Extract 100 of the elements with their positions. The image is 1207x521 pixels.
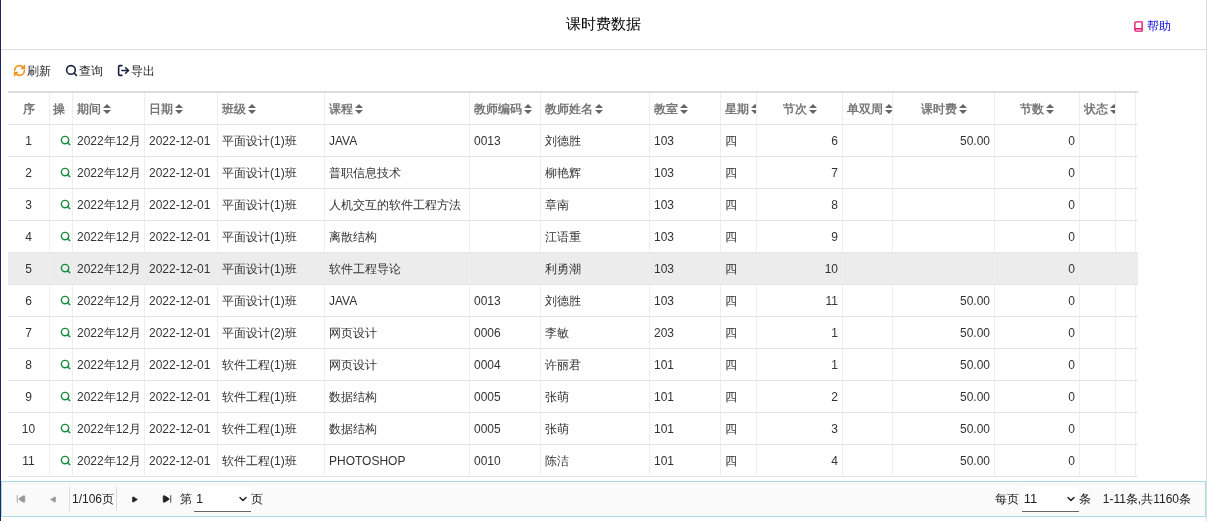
table-cell-text: 0 xyxy=(1068,292,1075,310)
sort-icon[interactable] xyxy=(355,103,363,114)
header-label: 班级 xyxy=(222,100,246,118)
table-cell-text: 刘德胜 xyxy=(545,132,581,150)
table-cell-text: 张萌 xyxy=(545,420,569,438)
table-row[interactable]: 9 2022年12月 2022-12-01 软件工程(1)班 数据结构 0005 张萌 101 四 2 50.00 0 xyxy=(8,381,1138,413)
sort-icon[interactable] xyxy=(103,103,111,114)
column-header[interactable]: 星期 xyxy=(721,93,757,124)
column-header[interactable]: 班级 xyxy=(218,93,325,124)
table-cell-text: 7 xyxy=(831,164,838,182)
table-cell-text: 2022年12月 xyxy=(77,452,142,470)
table-cell-text: 0 xyxy=(1068,420,1075,438)
sort-icon[interactable] xyxy=(595,103,603,114)
table-cell-text: 50.00 xyxy=(959,420,990,438)
table-row[interactable]: 10 2022年12月 2022-12-01 软件工程(1)班 数据结构 0005 张萌 101 四 3 50.00 0 xyxy=(8,413,1138,445)
table-row[interactable]: 2 2022年12月 2022-12-01 平面设计(1)班 普职信息技术 柳艳辉 103 四 7 0 xyxy=(8,157,1138,189)
table-cell-text: 四 xyxy=(725,420,737,438)
sort-icon[interactable] xyxy=(808,103,817,114)
header-label: 教师编码 xyxy=(474,100,522,118)
table-row[interactable]: 4 2022年12月 2022-12-01 平面设计(1)班 离散结构 江语重 103 四 9 0 xyxy=(8,221,1138,253)
column-header[interactable]: 状态 xyxy=(1080,93,1116,124)
last-page-icon[interactable] xyxy=(162,494,173,504)
column-header[interactable]: 教室 xyxy=(650,93,721,124)
table-cell-text: 2022-12-01 xyxy=(149,324,211,342)
column-header[interactable]: 节数 xyxy=(995,93,1080,124)
view-icon[interactable] xyxy=(60,231,71,242)
table-cell-text: 0 xyxy=(1068,324,1075,342)
column-header[interactable]: 课时费 xyxy=(893,93,995,124)
column-header[interactable]: 节次 xyxy=(757,93,843,124)
table-cell-text: 软件工程导论 xyxy=(329,260,401,278)
table-row[interactable]: 3 2022年12月 2022-12-01 平面设计(1)班 人机交互的软件工程方法 章南 103 四 8 0 xyxy=(8,189,1138,221)
help-link[interactable]: 帮助 xyxy=(1133,17,1171,35)
table-cell-text: 2022-12-01 xyxy=(149,164,211,182)
view-icon[interactable] xyxy=(60,199,71,210)
prev-page-icon[interactable] xyxy=(50,495,57,503)
view-icon[interactable] xyxy=(60,455,71,466)
table-row[interactable]: 1 2022年12月 2022-12-01 平面设计(1)班 JAVA 0013 刘德胜 103 四 6 50.00 0 xyxy=(8,125,1138,157)
table-row[interactable]: 8 2022年12月 2022-12-01 软件工程(1)班 网页设计 0004 许丽君 101 四 1 50.00 0 xyxy=(8,349,1138,381)
sort-icon[interactable] xyxy=(175,103,183,114)
table-row[interactable]: 7 2022年12月 2022-12-01 平面设计(2)班 网页设计 0006 李敏 203 四 1 50.00 0 xyxy=(8,317,1138,349)
header-label: 课时费 xyxy=(920,100,957,118)
table-cell-text: 101 xyxy=(654,388,675,406)
column-header[interactable]: 课程 xyxy=(325,93,470,124)
first-page-icon[interactable] xyxy=(16,494,26,504)
table-cell-text: 2022年12月 xyxy=(77,388,142,406)
column-header[interactable]: 操 xyxy=(50,93,73,124)
view-icon[interactable] xyxy=(60,359,71,370)
page-size-select[interactable]: 11 xyxy=(1021,486,1079,512)
table-cell-text: 0005 xyxy=(474,388,501,406)
column-header[interactable]: 日期 xyxy=(145,93,218,124)
toolbar-button[interactable]: 刷新 xyxy=(13,61,51,80)
table-cell-text: 2022年12月 xyxy=(77,132,142,150)
sort-icon[interactable] xyxy=(1046,103,1054,114)
table-cell-text: 数据结构 xyxy=(329,388,377,406)
table-cell-text: 0 xyxy=(1068,356,1075,374)
page-select[interactable]: 1 xyxy=(194,486,252,512)
table-cell-text: 11 xyxy=(825,292,838,310)
table-cell-text: 四 xyxy=(725,452,737,470)
column-header[interactable]: 期间 xyxy=(73,93,145,124)
view-icon[interactable] xyxy=(60,167,71,178)
header-label: 星期 xyxy=(725,100,749,118)
sort-icon[interactable] xyxy=(680,103,688,114)
table-cell-text: 1 xyxy=(831,356,838,374)
table-row[interactable]: 6 2022年12月 2022-12-01 平面设计(1)班 JAVA 0013 刘德胜 103 四 11 50.00 0 xyxy=(8,285,1138,317)
view-icon[interactable] xyxy=(60,135,71,146)
page-prefix: 第 xyxy=(180,491,193,508)
sort-icon[interactable] xyxy=(248,103,256,114)
table-cell-text: 平面设计(1)班 xyxy=(222,260,297,278)
table-cell-text: 四 xyxy=(725,260,737,278)
table-cell-text: 2 xyxy=(25,164,32,182)
next-page-icon[interactable] xyxy=(131,495,139,503)
view-icon[interactable] xyxy=(60,423,71,434)
table-row[interactable]: 5 2022年12月 2022-12-01 平面设计(1)班 软件工程导论 利勇潮 103 四 10 0 xyxy=(8,253,1138,285)
table-cell-text: 50.00 xyxy=(959,292,990,310)
table-row[interactable]: 11 2022年12月 2022-12-01 软件工程(1)班 PHOTOSHOP 0010 陈洁 101 四 4 50.00 0 xyxy=(8,445,1138,477)
column-header[interactable]: 序 xyxy=(8,93,50,124)
table-cell-text: PHOTOSHOP xyxy=(329,452,406,470)
view-icon[interactable] xyxy=(60,327,71,338)
sort-icon[interactable] xyxy=(885,103,892,114)
table-cell-text: 四 xyxy=(725,164,737,182)
table-cell-text: 离散结构 xyxy=(329,228,377,246)
view-icon[interactable] xyxy=(60,263,71,274)
table-cell-text: 李敏 xyxy=(545,324,569,342)
header-label: 操 xyxy=(53,100,65,118)
column-header[interactable]: 教师编码 xyxy=(470,93,541,124)
header-label: 课程 xyxy=(329,100,353,118)
toolbar-button[interactable]: 导出 xyxy=(117,61,155,80)
sort-icon[interactable] xyxy=(524,103,532,114)
table-cell-text: 9 xyxy=(25,388,32,406)
table-cell-text: 平面设计(1)班 xyxy=(222,228,297,246)
column-header[interactable]: 教师姓名 xyxy=(541,93,650,124)
view-icon[interactable] xyxy=(60,391,71,402)
table-cell-text: 0006 xyxy=(474,324,501,342)
table-cell-text: 8 xyxy=(25,356,32,374)
sort-icon[interactable] xyxy=(958,103,967,114)
toolbar-button[interactable]: 查询 xyxy=(65,61,103,80)
table-cell-text: 1 xyxy=(25,132,32,150)
table-cell-text: 四 xyxy=(725,388,737,406)
column-header[interactable]: 单双周 xyxy=(843,93,893,124)
view-icon[interactable] xyxy=(60,295,71,306)
